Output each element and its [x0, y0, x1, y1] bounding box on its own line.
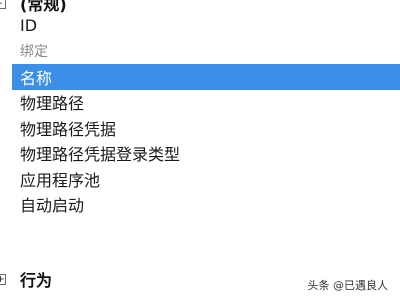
expand-icon[interactable]: +	[0, 273, 6, 285]
watermark: 头条 @已遇良人	[307, 279, 389, 292]
property-physical-path-logon-type[interactable]: 物理路径凭据登录类型	[0, 141, 400, 167]
group-behavior-label: 行为	[20, 271, 53, 290]
property-auto-start[interactable]: 自动启动	[0, 192, 400, 218]
property-physical-path-credentials[interactable]: 物理路径凭据	[0, 115, 400, 141]
property-label: ID	[20, 16, 38, 36]
property-physical-path[interactable]: 物理路径	[0, 90, 400, 116]
property-label: 物理路径凭据登录类型	[20, 145, 181, 165]
property-label: 绑定	[20, 44, 48, 61]
property-label: 物理路径凭据	[20, 119, 117, 139]
property-name[interactable]: 名称	[12, 64, 400, 90]
property-label: 物理路径	[20, 94, 85, 114]
property-list: ID 绑定 名称 物理路径 物理路径凭据 物理路径凭据登录类型 应用程序池 自动…	[0, 13, 400, 217]
property-label: 自动启动	[20, 196, 85, 216]
collapse-icon[interactable]: -	[0, 0, 6, 9]
property-binding[interactable]: 绑定	[0, 39, 400, 65]
property-application-pool[interactable]: 应用程序池	[0, 166, 400, 192]
property-grid: - (常规) ID 绑定 名称 物理路径 物理路径凭据 物理路径凭据登录类型 应…	[0, 0, 400, 300]
property-label: 名称	[20, 68, 53, 88]
property-id[interactable]: ID	[0, 13, 400, 39]
property-label: 应用程序池	[20, 170, 101, 190]
